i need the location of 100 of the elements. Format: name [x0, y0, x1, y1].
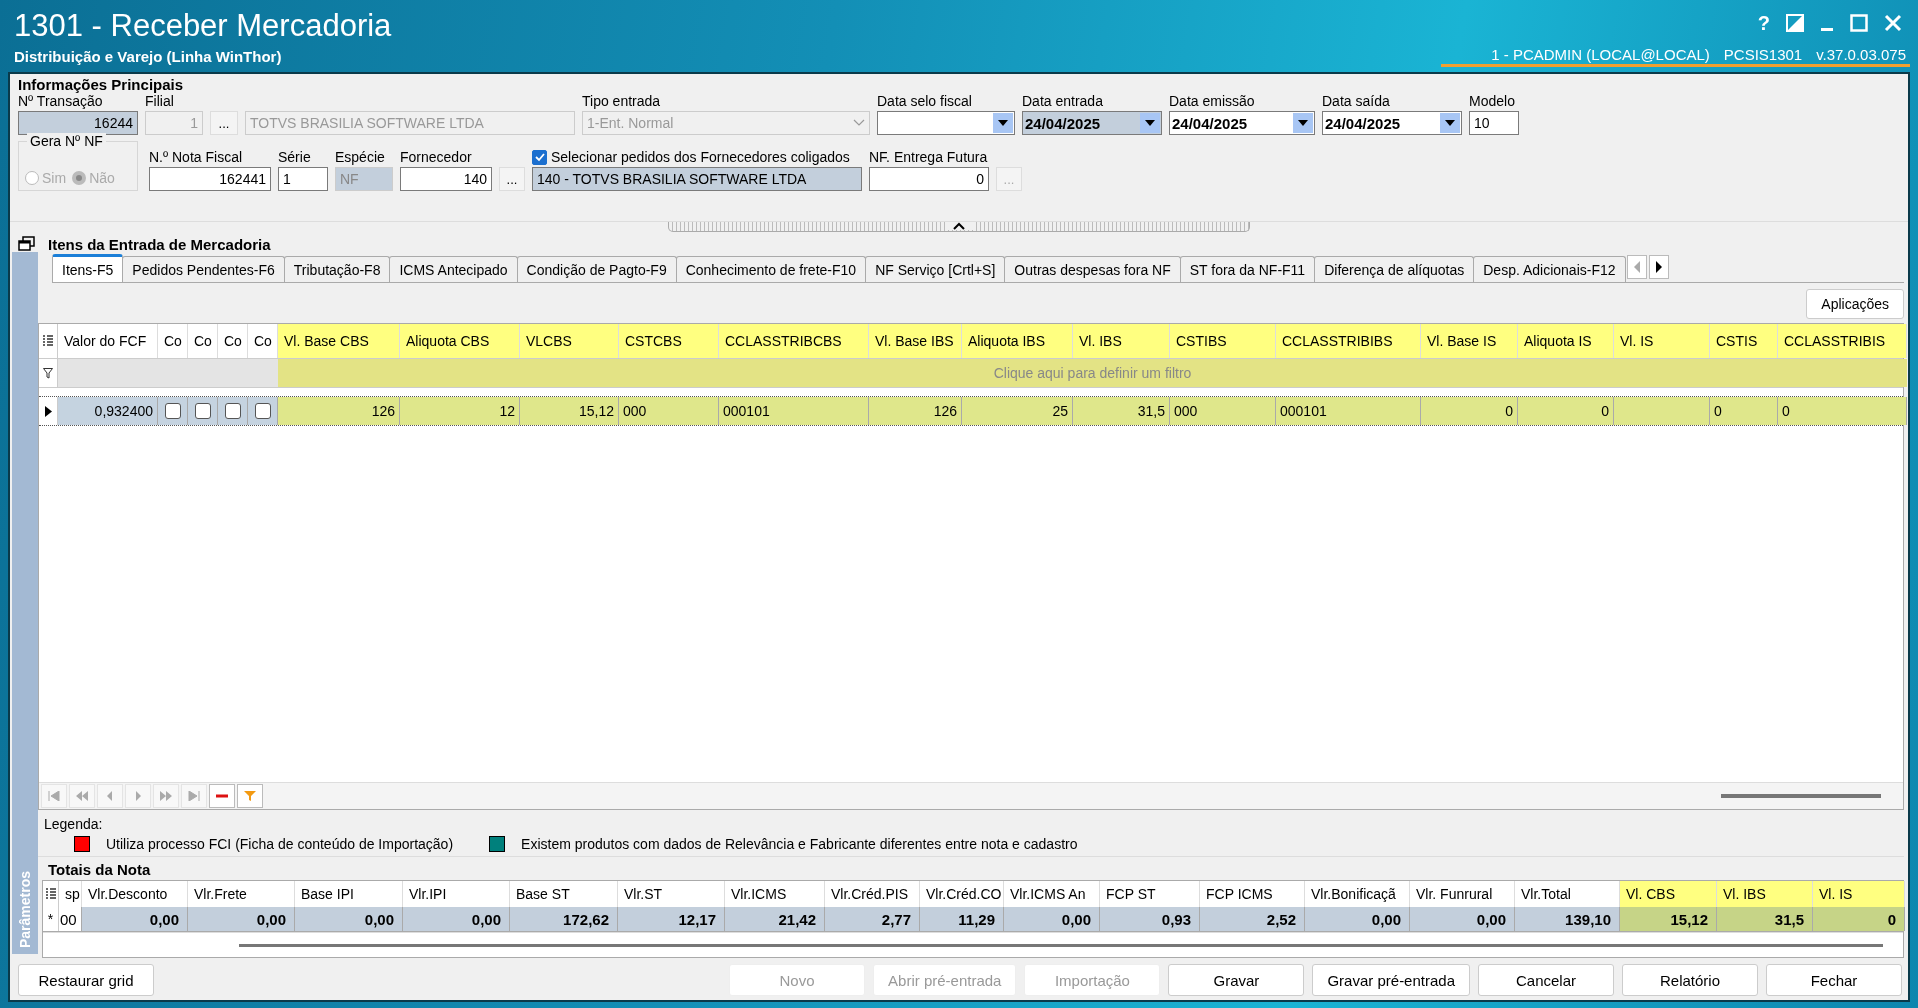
action-button[interactable]: Gravar pré-entrada — [1312, 964, 1470, 996]
column-header[interactable]: Vl. IBS — [1073, 324, 1170, 358]
input-field[interactable]: 162441 — [149, 167, 271, 191]
tab[interactable]: Desp. Adicionais-F12 — [1473, 256, 1626, 282]
tab[interactable]: Itens-F5 — [52, 254, 124, 282]
action-button[interactable]: Relatório — [1622, 964, 1758, 996]
column-header[interactable]: Vl. Base IS — [1421, 324, 1518, 358]
delete-icon[interactable] — [209, 784, 235, 808]
section-title: Totais da Nota — [48, 861, 152, 878]
table-cell: 0 — [1601, 403, 1609, 419]
dropdown-icon[interactable] — [1293, 113, 1313, 133]
action-button[interactable]: Fechar — [1766, 964, 1902, 996]
column-header[interactable]: CCLASSTRIBIS — [1778, 324, 1907, 358]
scrollbar-thumb[interactable] — [239, 943, 1883, 947]
version-label: v.37.0.03.075 — [1816, 46, 1906, 63]
input-field[interactable]: 0 — [869, 167, 989, 191]
column-header[interactable]: CCLASSTRIBIBS — [1276, 324, 1421, 358]
table-cell: 0 — [1714, 403, 1722, 419]
filter-cell[interactable] — [58, 359, 278, 387]
checkbox[interactable] — [164, 403, 181, 419]
column-header[interactable]: Vl. Base IBS — [869, 324, 962, 358]
date-field[interactable]: 24/04/2025 — [1322, 111, 1462, 135]
maximize-icon[interactable] — [1850, 14, 1868, 32]
dropdown-icon[interactable] — [1440, 113, 1460, 133]
field-label: Modelo — [1469, 93, 1515, 109]
lookup-button[interactable]: ... — [210, 111, 238, 135]
section-title: Informações Principais — [18, 76, 185, 93]
legend-label: Existem produtos com dados de Relevância e Fabricante diferentes entre nota e cadastro — [521, 836, 1078, 852]
caret-up-icon[interactable] — [945, 222, 973, 230]
table-cell: 0 — [1505, 403, 1513, 419]
input-field[interactable]: 1 — [278, 167, 328, 191]
table-cell: 0,00 — [364, 910, 394, 928]
window-subtitle: Distribuição e Varejo (Linha WinThor) — [14, 48, 283, 65]
column-header[interactable]: CSTIS — [1710, 324, 1778, 358]
table-cell: 139,10 — [1565, 910, 1611, 928]
table-cell: 000101 — [723, 403, 770, 419]
input-field[interactable]: 140 — [400, 167, 492, 191]
scrollbar-thumb[interactable] — [1721, 794, 1881, 798]
date-field[interactable]: 24/04/2025 — [1022, 111, 1162, 135]
column-header[interactable]: CSTIBS — [1170, 324, 1276, 358]
column-header[interactable]: Valor do FCF — [58, 324, 158, 358]
field-label: Data saída — [1322, 93, 1390, 109]
table-cell: 172,62 — [563, 910, 609, 928]
table-cell: 31,5 — [1137, 403, 1165, 419]
column-header[interactable]: Aliquota CBS — [400, 324, 520, 358]
table-cell: 0,00 — [1476, 910, 1506, 928]
legend-label: Utiliza processo FCI (Ficha de conteúdo de Importação) — [106, 836, 454, 852]
checkbox[interactable] — [194, 403, 211, 419]
dropdown-icon[interactable] — [993, 113, 1013, 133]
checkbox[interactable] — [254, 403, 271, 419]
column-header[interactable]: Vl. IS — [1614, 324, 1710, 358]
action-button[interactable]: Cancelar — [1478, 964, 1614, 996]
date-field[interactable]: 24/04/2025 — [1169, 111, 1315, 135]
field-label: Fornecedor — [400, 149, 472, 165]
column-header[interactable]: CSTCBS — [619, 324, 719, 358]
dropdown-icon[interactable] — [1140, 113, 1160, 133]
applications-button[interactable]: Aplicações — [1806, 289, 1904, 319]
current-row-icon — [44, 405, 52, 417]
table-cell: 15,12 — [1670, 910, 1708, 928]
table-cell: 0,00 — [1061, 910, 1091, 928]
action-button[interactable]: Gravar — [1168, 964, 1305, 996]
table-cell: 2,52 — [1266, 910, 1296, 928]
column-chooser-icon[interactable] — [43, 881, 59, 907]
table-cell: 31,5 — [1774, 910, 1804, 928]
column-header[interactable]: Co — [158, 324, 188, 358]
field-label: Data entrada — [1022, 93, 1103, 109]
table-cell: 0 — [1782, 403, 1790, 419]
restore-grid-button[interactable]: Restaurar grid — [18, 964, 154, 996]
column-header[interactable]: Aliquota IBS — [962, 324, 1073, 358]
checkbox-label[interactable]: Selecionar pedidos dos Fornecedores coligados — [551, 149, 850, 165]
scroll-right-icon[interactable] — [1648, 255, 1669, 279]
column-header[interactable]: Co — [218, 324, 248, 358]
column-header[interactable]: VLCBS — [520, 324, 619, 358]
table-cell: 15,12 — [578, 403, 614, 419]
column-header[interactable]: Vl. Base CBS — [278, 324, 400, 358]
column-header[interactable]: Vl. IBS — [1717, 881, 1813, 907]
field-label: Filial — [145, 93, 174, 109]
program-label: PCSIS1301 — [1723, 46, 1803, 63]
checkbox[interactable] — [224, 403, 241, 419]
input-field[interactable]: 140 - TOTVS BRASILIA SOFTWARE LTDA — [532, 167, 862, 191]
field-label: NF. Entrega Futura — [869, 149, 988, 165]
date-field[interactable] — [877, 111, 1015, 135]
column-header[interactable]: CCLASSTRIBCBS — [719, 324, 869, 358]
column-header[interactable]: Co — [188, 324, 218, 358]
field-label: N.º Nota Fiscal — [149, 149, 243, 165]
checkbox[interactable] — [532, 149, 547, 165]
checkmark-icon — [533, 151, 546, 163]
table-cell: 000101 — [1280, 403, 1327, 419]
input-field[interactable]: 10 — [1469, 111, 1519, 135]
splitter-handle[interactable] — [668, 222, 1250, 232]
column-header[interactable]: Vl. IS — [1813, 881, 1905, 907]
column-header[interactable]: Vl. CBS — [1620, 881, 1717, 907]
section-title: Itens da Entrada de Mercadoria — [48, 235, 271, 253]
input-field[interactable]: 16244 — [18, 111, 138, 135]
lookup-button[interactable]: ... — [499, 167, 525, 191]
column-header[interactable]: Aliquota IS — [1518, 324, 1614, 358]
contrast-icon[interactable] — [1786, 14, 1804, 32]
close-icon[interactable] — [1884, 14, 1902, 32]
table-cell: 11,29 — [958, 910, 995, 928]
restore-window-icon[interactable] — [18, 236, 36, 252]
